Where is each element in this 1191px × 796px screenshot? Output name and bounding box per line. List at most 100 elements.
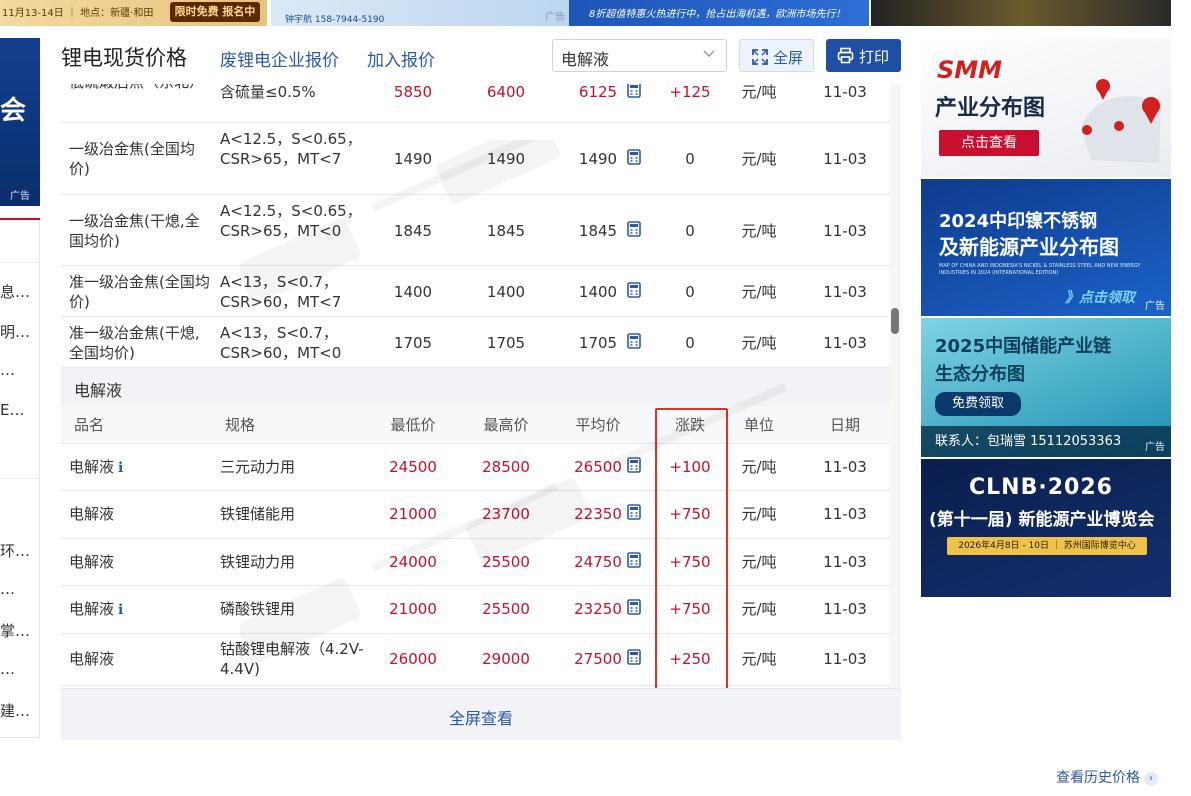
view-history-link[interactable]: 查看历史价格 ›	[1056, 767, 1158, 787]
top-banner-3[interactable]: 8折超值特惠火热进行中，抢占出海机遇，欧洲市场先行！	[569, 0, 869, 26]
page-title: 锂电现货价格	[61, 46, 187, 70]
table-row: 一级冶金焦(干熄,全国均价) A<12.5，S<0.65，CSR>65，MT<0…	[61, 195, 890, 266]
fullscreen-button[interactable]: 全屏	[739, 39, 814, 72]
info-icon[interactable]: ℹ	[118, 458, 123, 478]
calculator-icon[interactable]	[627, 282, 641, 298]
calculator-icon[interactable]	[627, 149, 641, 165]
left-ad-text: 会	[0, 96, 27, 126]
ad3-button[interactable]: 免费领取	[935, 392, 1021, 416]
left-list-item[interactable]: 掌…	[0, 620, 40, 641]
link-join-quote[interactable]: 加入报价	[367, 46, 435, 71]
cell-change: 0	[685, 150, 695, 168]
fullscreen-view-button[interactable]: 全屏查看	[61, 688, 901, 740]
left-list-item[interactable]: 明…	[0, 321, 40, 342]
cell-spec: A<13，S<0.7，CSR>60，MT<0	[220, 324, 342, 362]
section-title-text: 电解液	[74, 381, 123, 400]
left-news-list: 息… 明… … E… 环… … 掌… … 建…	[0, 220, 40, 738]
table-scrollbar[interactable]	[890, 84, 901, 688]
ad2-button[interactable]: 》点击领取	[1065, 287, 1135, 307]
cell-low: 5850	[393, 84, 433, 101]
cell-name: 一级冶金焦(全国均价)	[69, 140, 195, 178]
cell-date: 11-03	[823, 600, 867, 618]
table-row: 电解液 ℹ 三元动力用 24500 28500 26500 +100 元/吨 11…	[61, 444, 890, 491]
fullscreen-label: 全屏	[773, 49, 804, 67]
cell-change: +100	[669, 458, 711, 476]
left-list-item[interactable]: …	[0, 361, 40, 379]
calculator-icon[interactable]	[627, 84, 641, 98]
cell-date: 11-03	[823, 650, 867, 668]
ad3-title-2: 生态分布图	[935, 364, 1025, 385]
link-waste-battery-quotes[interactable]: 废锂电企业报价	[220, 46, 339, 71]
left-list-item[interactable]: 环…	[0, 540, 40, 561]
table-row: 电解液 钴酸锂电解液（4.2V-4.4V) 26000 29000 27500 …	[61, 634, 890, 686]
table-header: 品名 规格 最低价 最高价 平均价 涨跌 单位 日期	[61, 406, 890, 444]
calculator-icon[interactable]	[627, 457, 641, 473]
left-list-item[interactable]: …	[0, 660, 40, 678]
ad2-title-2: 及新能源产业分布图	[939, 235, 1119, 259]
price-table[interactable]: 低硫煅后焦（东北） 含硫量≤0.5% 5850 6400 6125 +125 元…	[61, 84, 890, 688]
header-avg: 平均价	[575, 416, 621, 434]
cell-name-text: 电解液	[69, 458, 115, 476]
cell-change: 0	[685, 283, 695, 301]
cell-spec: 钴酸锂电解液（4.2V-4.4V)	[220, 640, 364, 678]
ad3-title-1: 2025中国储能产业链	[935, 336, 1112, 357]
calculator-icon[interactable]	[627, 504, 641, 520]
cell-low: 1845	[393, 222, 433, 240]
left-list-item[interactable]: 建…	[0, 700, 40, 721]
ad1-button[interactable]: 点击查看	[939, 130, 1039, 156]
cell-change: +125	[669, 84, 711, 101]
cell-high: 25500	[482, 600, 530, 618]
table-scrollbar-thumb[interactable]	[891, 308, 899, 334]
chevron-right-icon: ›	[1144, 772, 1158, 786]
header-date: 日期	[829, 416, 860, 434]
calculator-icon[interactable]	[627, 649, 641, 665]
cell-change: +750	[669, 553, 711, 571]
printer-icon	[837, 47, 854, 64]
calculator-icon[interactable]	[627, 333, 641, 349]
cell-unit: 元/吨	[741, 334, 777, 352]
cell-low: 1400	[393, 283, 433, 301]
cell-change: +250	[669, 650, 711, 668]
cell-spec: 三元动力用	[220, 458, 296, 476]
top-banner-1-button[interactable]: 限时免费 报名中	[170, 2, 260, 22]
left-list-item[interactable]: …	[0, 580, 40, 598]
cell-high: 1705	[486, 334, 526, 352]
left-ad-label: 广告	[10, 191, 30, 202]
left-ad-banner[interactable]: 会 广告	[0, 38, 40, 206]
cell-change: +750	[669, 600, 711, 618]
cell-name: 低硫煅后焦（东北）	[69, 84, 211, 92]
left-list-item[interactable]: 息…	[0, 281, 40, 302]
cell-high: 23700	[482, 505, 530, 523]
header-unit: 单位	[743, 416, 774, 434]
top-banner-1[interactable]: 11月13-14日 ｜ 地点：新疆·和田 限时免费 报名中	[0, 0, 267, 26]
top-banner-4[interactable]	[871, 0, 1171, 26]
ad-clnb-expo[interactable]: CLNB·2026 (第十一届) 新能源产业博览会 2026年4月8日 - 10…	[921, 459, 1171, 597]
map-pin-icon	[1081, 79, 1161, 163]
ad3-label: 广告	[1145, 442, 1165, 453]
cell-spec: 磷酸铁锂用	[220, 600, 296, 618]
info-icon[interactable]: ℹ	[118, 600, 123, 620]
cell-change: 0	[685, 222, 695, 240]
ad-nickel-stainless-map[interactable]: 2024中印镍不锈钢 及新能源产业分布图 MAP OF CHINA AND IN…	[921, 179, 1171, 316]
price-header: 锂电现货价格 废锂电企业报价 加入报价 电解液 全屏 打印	[61, 38, 901, 84]
calculator-icon[interactable]	[627, 599, 641, 615]
cell-high: 1490	[486, 150, 526, 168]
ad-smm-industry-map[interactable]: SMM 产业分布图 点击查看	[921, 38, 1171, 177]
ad-energy-storage-map[interactable]: 2025中国储能产业链 生态分布图 免费领取 联系人：包瑞雪 151120533…	[921, 318, 1171, 457]
print-button[interactable]: 打印	[826, 39, 901, 72]
top-banner-2[interactable]: 钟宇航 158-7944-5190 广告	[271, 0, 569, 26]
cell-name: 一级冶金焦(干熄,全国均价)	[69, 212, 200, 250]
ad4-title: CLNB·2026	[969, 475, 1113, 500]
cell-high: 6400	[486, 84, 526, 101]
view-history-label: 查看历史价格	[1056, 770, 1140, 786]
left-list-item[interactable]: E…	[0, 401, 40, 419]
fullscreen-view-label: 全屏查看	[448, 709, 513, 728]
cell-spec: A<12.5，S<0.65，CSR>65，MT<7	[220, 130, 362, 168]
calculator-icon[interactable]	[627, 221, 641, 237]
cell-name: 准一级冶金焦(全国均价)	[69, 273, 210, 311]
cell-date: 11-03	[823, 283, 867, 301]
cell-name: 准一级冶金焦(干熄,全国均价)	[69, 324, 200, 362]
calculator-icon[interactable]	[627, 552, 641, 568]
category-select[interactable]: 电解液	[552, 39, 727, 72]
cell-change: 0	[685, 334, 695, 352]
